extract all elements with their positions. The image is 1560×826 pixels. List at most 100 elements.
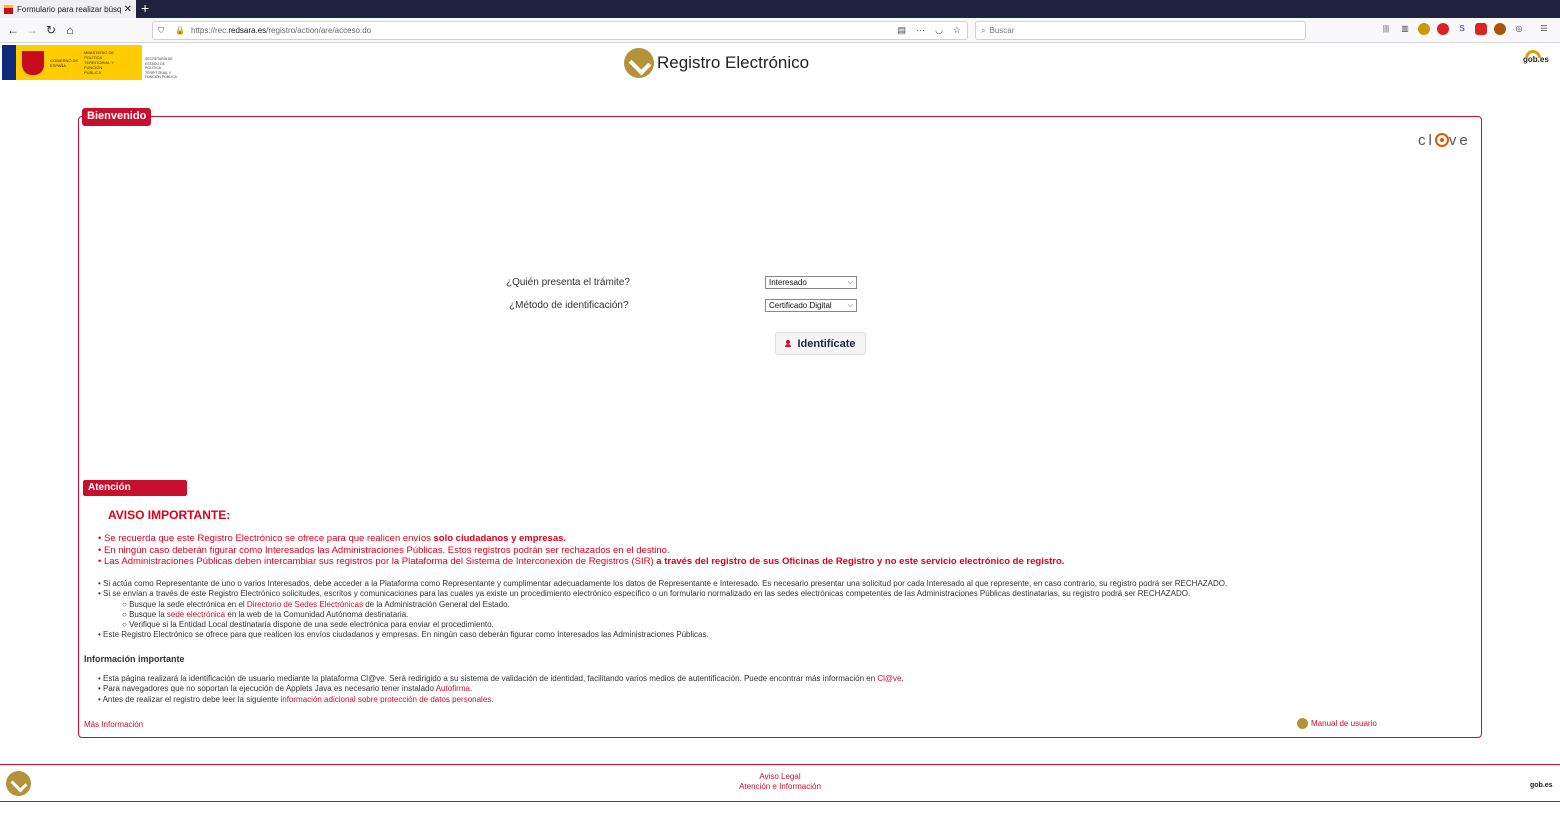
manual-label: Manual de usuario — [1311, 719, 1377, 728]
reload-icon[interactable]: ↻ — [42, 21, 60, 39]
registro-mark-icon — [624, 48, 654, 78]
gov-flag-block: GOBIERNO DE ESPAÑA MINISTERIO DE POLÍTIC… — [2, 45, 142, 80]
secretary-text: SECRETARÍA DE ESTADO DE POLÍTICA TERRITO… — [142, 45, 184, 80]
list-item: Esta página realizará la identificación … — [98, 674, 904, 684]
autofirma-link[interactable]: Autofirma — [436, 684, 470, 693]
list-item: Busque la sede electrónica en la web de … — [98, 610, 1227, 620]
manual-usuario-link[interactable]: Manual de usuario — [1297, 718, 1377, 729]
gob-es-footer-logo[interactable]: gob.es — [1530, 782, 1553, 789]
chevron-down-icon: ⌵ — [847, 279, 853, 286]
metodo-selected-value: Certificado Digital — [769, 301, 832, 310]
quien-select[interactable]: Interesado ⌵ — [765, 276, 857, 289]
browser-tab[interactable]: Formulario para realizar búsqu ✕ — [0, 0, 136, 18]
list-item: Las Administraciones Públicas deben inte… — [98, 556, 1064, 568]
page-footer: Aviso Legal Atención e Información gob.e… — [0, 764, 1560, 802]
sync-icon[interactable]: ◎ — [1513, 23, 1525, 35]
clave-at-icon — [1434, 133, 1449, 147]
info-text: Esta página realizará la identificación … — [103, 674, 878, 683]
url-domain: redsara.es — [228, 26, 267, 35]
library-icon[interactable]: ||| — [1380, 23, 1392, 35]
browser-tabbar: Formulario para realizar búsqu ✕ + — [0, 0, 1560, 18]
info-title: Información importante — [84, 654, 185, 664]
url-bar[interactable]: ⛉ 🔒 https://rec.redsara.es/registro/acti… — [152, 21, 968, 40]
site-title: Registro Electrónico — [657, 53, 810, 72]
atencion-legend: Atención — [83, 480, 187, 496]
list-item: Si actúa como Representante de uno o var… — [98, 579, 1227, 589]
guidance-list: Si actúa como Representante de uno o var… — [98, 579, 1227, 641]
identificate-button[interactable]: Identifícate — [775, 332, 866, 355]
clave-right: ve — [1448, 132, 1471, 149]
forward-arrow-icon[interactable]: → — [23, 21, 41, 39]
gob-arc-icon — [1525, 50, 1541, 58]
info-list: Esta página realizará la identificación … — [98, 674, 904, 705]
welcome-legend: Bienvenido — [82, 108, 152, 126]
footer-links: Aviso Legal Atención e Información — [700, 772, 860, 792]
info-text: . — [901, 674, 904, 683]
directorio-sedes-link[interactable]: Directorio de Sedes Electrónicas — [247, 600, 363, 609]
chevron-down-icon: ⌵ — [847, 302, 853, 309]
extension-s-icon[interactable]: S — [1456, 23, 1468, 35]
eu-flag-icon — [2, 45, 16, 80]
extension-round-icon[interactable] — [1494, 23, 1506, 35]
notice-text: En ningún caso deberán figurar como Inte… — [103, 544, 670, 556]
aviso-title: AVISO IMPORTANTE: — [108, 508, 231, 522]
identificate-label: Identifícate — [797, 337, 856, 350]
guidance-text: en la web de la Comunidad Autónoma desti… — [225, 609, 409, 619]
close-tab-icon[interactable]: ✕ — [124, 4, 132, 15]
back-arrow-icon[interactable]: ← — [4, 21, 22, 39]
url-path: /registro/action/are/acceso.do — [266, 26, 372, 35]
quien-label: ¿Quién presenta el trámite? — [506, 277, 630, 288]
info-text: . — [491, 694, 494, 704]
guidance-text: Busque la sede electrónica en el — [129, 599, 247, 609]
lock-icon[interactable]: 🔒 — [175, 26, 187, 35]
guidance-text: de la Administración General del Estado. — [362, 599, 510, 609]
atencion-informacion-link[interactable]: Atención e Información — [700, 782, 860, 792]
home-icon[interactable]: ⌂ — [61, 21, 79, 39]
aviso-legal-link[interactable]: Aviso Legal — [700, 772, 860, 782]
sidebar-icon[interactable]: ▥ — [1399, 23, 1411, 35]
list-item: Busque la sede electrónica en el Directo… — [98, 600, 1227, 610]
reader-view-icon[interactable]: ▤ — [898, 25, 907, 36]
url-bar-actions: ▤ ··· ◡ ☆ — [898, 25, 961, 36]
info-text: Para navegadores que no soportan la ejec… — [103, 684, 436, 694]
registro-mark-icon — [1297, 718, 1308, 729]
guidance-text: Busque la — [129, 609, 167, 619]
registro-electronico-logo[interactable]: Registro Electrónico — [624, 48, 809, 78]
proteccion-datos-link[interactable]: información adicional sobre protección d… — [280, 695, 491, 704]
pocket-icon[interactable]: ◡ — [935, 25, 943, 36]
government-logo[interactable]: GOBIERNO DE ESPAÑA MINISTERIO DE POLÍTIC… — [2, 45, 184, 80]
important-notice-list: Se recuerda que este Registro Electrónic… — [98, 533, 1064, 568]
mas-informacion-link[interactable]: Más Información — [84, 720, 143, 729]
notice-bold: a través del registro de sus Oficinas de… — [656, 556, 1065, 568]
search-bar[interactable]: ⌕ Buscar — [975, 21, 1306, 40]
menu-hamburger-icon[interactable]: ☰ — [1538, 23, 1550, 35]
gob-es-logo[interactable]: gob.es — [1523, 50, 1549, 64]
extension-icon[interactable] — [1418, 23, 1430, 35]
clave-left: cl — [1418, 132, 1435, 149]
adblock-icon[interactable] — [1437, 23, 1449, 35]
search-input[interactable]: Buscar — [989, 26, 1014, 35]
list-item: Este Registro Electrónico se ofrece para… — [98, 630, 1227, 640]
notice-text: Las Administraciones Públicas deben inte… — [103, 556, 657, 568]
list-item: Verifique si la Entidad Local destinatar… — [98, 620, 1227, 630]
ministry-text: MINISTERIO DE POLÍTICA TERRITORIAL Y FUN… — [84, 50, 115, 75]
clave-logo: cl ve — [1418, 132, 1471, 149]
metodo-select[interactable]: Certificado Digital ⌵ — [765, 299, 857, 312]
user-icon — [785, 340, 792, 347]
registro-mark-icon[interactable] — [6, 771, 31, 796]
info-text: Antes de realizar el registro debe leer … — [102, 694, 281, 704]
sede-electronica-link[interactable]: sede electrónica — [167, 610, 225, 619]
gov-text: GOBIERNO DE ESPAÑA — [50, 57, 79, 68]
pdf-extension-icon[interactable] — [1475, 23, 1487, 35]
shield-icon[interactable]: ⛉ — [158, 26, 170, 36]
search-icon: ⌕ — [981, 25, 986, 35]
clave-link[interactable]: Cl@ve — [877, 674, 901, 683]
bookmark-star-icon[interactable]: ☆ — [953, 25, 961, 36]
coat-of-arms-icon — [22, 50, 44, 75]
new-tab-button[interactable]: + — [141, 0, 149, 18]
list-item: En ningún caso deberán figurar como Inte… — [98, 545, 1064, 557]
url-text[interactable]: https://rec.redsara.es/registro/action/a… — [191, 26, 898, 35]
info-text: . — [469, 684, 473, 694]
notice-bold: solo ciudadanos y empresas. — [433, 533, 567, 544]
more-actions-icon[interactable]: ··· — [916, 25, 925, 36]
